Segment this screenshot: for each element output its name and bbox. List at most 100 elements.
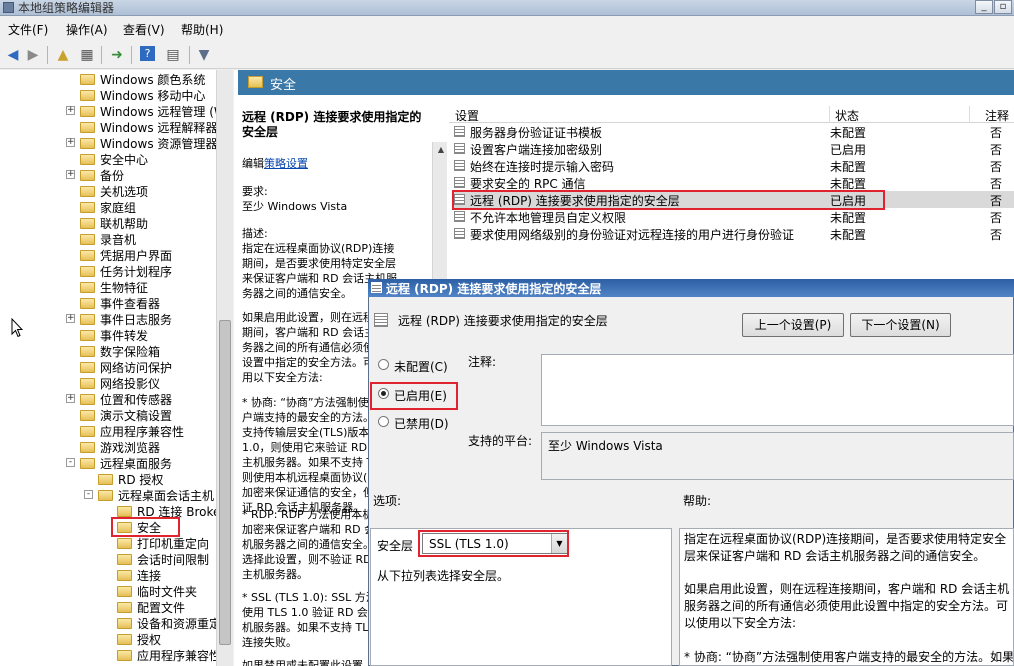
tree-item-label: 家庭组 — [100, 200, 137, 215]
export-icon[interactable]: ➜ — [108, 46, 126, 64]
tree-item[interactable]: RD 授权 — [98, 471, 163, 487]
menu-action[interactable]: 操作(A) — [66, 21, 108, 38]
forward-icon[interactable]: ▶ — [24, 46, 42, 64]
tree-item[interactable]: 凭据用户界面 — [80, 247, 172, 263]
help-panel: 指定在远程桌面协议(RDP)连接期间，是否要求使用特定安全层来保证客户端和 RD… — [679, 528, 1014, 666]
filter-icon[interactable]: ▼ — [195, 46, 213, 64]
tree-item[interactable]: 录音机 — [80, 231, 136, 247]
tree-item[interactable]: 数字保险箱 — [80, 343, 160, 359]
expand-icon[interactable]: + — [66, 138, 75, 147]
tree-item[interactable]: 关机选项 — [80, 183, 148, 199]
tree-item-label: 游戏浏览器 — [100, 440, 161, 455]
menu-help[interactable]: 帮助(H) — [181, 21, 223, 38]
tree-item[interactable]: 家庭组 — [80, 199, 136, 215]
tree-item[interactable]: - 远程桌面会话主机 — [84, 487, 214, 503]
tree-item[interactable]: 授权 — [117, 631, 161, 647]
expand-icon[interactable]: + — [66, 314, 75, 323]
help-icon[interactable]: ? — [140, 46, 155, 61]
tree-item-label: 应用程序兼容性 — [137, 648, 216, 663]
up-folder-icon[interactable]: ▲ — [54, 46, 72, 64]
tree-item[interactable]: 打印机重定向 — [117, 535, 209, 551]
setting-row[interactable]: 服务器身份验证证书模板 未配置 否 — [452, 123, 1014, 140]
menu-view[interactable]: 查看(V) — [123, 21, 165, 38]
expand-icon[interactable]: + — [66, 170, 75, 179]
folder-icon — [80, 361, 95, 373]
tree-item-label: 会话时间限制 — [137, 552, 210, 567]
tree-item[interactable]: + 备份 — [66, 167, 125, 183]
settings-list-header: 设置 状态 注释 — [449, 106, 1014, 123]
tree-item[interactable]: Windows 远程解释器 — [80, 119, 216, 135]
tree-item[interactable]: 网络投影仪 — [80, 375, 160, 391]
edit-policy-link[interactable]: 策略设置 — [264, 157, 308, 170]
restore-button[interactable]: ▫ — [994, 0, 1012, 14]
previous-setting-button[interactable]: 上一个设置(P) — [742, 313, 844, 337]
setting-row[interactable]: 设置客户端连接加密级别 已启用 否 — [452, 140, 1014, 157]
tree-item[interactable]: 联机帮助 — [80, 215, 148, 231]
next-setting-button[interactable]: 下一个设置(N) — [850, 313, 951, 337]
setting-name: 服务器身份验证证书模板 — [470, 126, 603, 140]
tree-item[interactable]: 生物特征 — [80, 279, 148, 295]
tree-item[interactable]: 应用程序兼容性 — [117, 647, 216, 663]
back-icon[interactable]: ◀ — [4, 46, 22, 64]
tree-item[interactable]: 设备和资源重定 — [117, 615, 216, 631]
tree-item[interactable]: 事件转发 — [80, 327, 148, 343]
setting-row[interactable]: 不允许本地管理员自定义权限 未配置 否 — [452, 208, 1014, 225]
folder-icon — [80, 201, 95, 213]
tree-item[interactable]: 连接 — [117, 567, 161, 583]
folder-icon — [117, 537, 132, 549]
tree-item[interactable]: 网络访问保护 — [80, 359, 172, 375]
tree-item[interactable]: 任务计划程序 — [80, 263, 172, 279]
column-state[interactable]: 状态 — [835, 107, 859, 124]
properties-icon[interactable]: ▤ — [164, 46, 182, 64]
folder-icon — [117, 553, 132, 565]
minimize-button[interactable]: _ — [975, 0, 993, 14]
tree-item[interactable]: 事件查看器 — [80, 295, 160, 311]
tree-item-label: 任务计划程序 — [100, 264, 173, 279]
radio-not-configured[interactable] — [378, 359, 389, 370]
tree-item[interactable]: 临时文件夹 — [117, 583, 197, 599]
folder-icon — [117, 505, 132, 517]
tree-item[interactable]: + 位置和传感器 — [66, 391, 172, 407]
collapse-icon[interactable]: - — [84, 490, 93, 499]
tree-scroll-thumb[interactable] — [219, 320, 231, 645]
tree-scrollbar[interactable] — [216, 70, 233, 666]
scroll-up-icon[interactable]: ▲ — [433, 142, 449, 158]
folder-icon — [117, 633, 132, 645]
mouse-cursor-icon — [11, 318, 23, 338]
setting-name: 要求使用网络级别的身份验证对远程连接的用户进行身份验证 — [470, 228, 795, 242]
tree-item[interactable]: Windows 颜色系统 — [80, 71, 205, 87]
tree-item[interactable]: Windows 移动中心 — [80, 87, 205, 103]
show-tree-icon[interactable]: ▦ — [78, 46, 96, 64]
help-p1: 指定在远程桌面协议(RDP)连接期间，是否要求使用特定安全层来保证客户端和 RD… — [684, 532, 1007, 563]
tree-item[interactable]: 安全中心 — [80, 151, 148, 167]
setting-row[interactable]: 要求安全的 RPC 通信 未配置否 — [452, 174, 1014, 191]
tree-item-label: 配置文件 — [137, 600, 186, 615]
tree-item[interactable]: 会话时间限制 — [117, 551, 209, 567]
collapse-icon[interactable]: - — [66, 458, 75, 467]
menu-file[interactable]: 文件(F) — [8, 21, 48, 38]
expand-icon[interactable]: + — [66, 394, 75, 403]
tree-item[interactable]: + Windows 远程管理 (W — [66, 103, 216, 119]
radio-disabled[interactable] — [378, 416, 389, 427]
tree-item[interactable]: 应用程序兼容性 — [80, 423, 184, 439]
dialog-titlebar: 远程 (RDP) 连接要求使用指定的安全层 — [368, 279, 1014, 297]
comment-field[interactable] — [541, 354, 1014, 426]
tree-item[interactable]: - 远程桌面服务 — [66, 455, 172, 471]
setting-row[interactable]: 要求使用网络级别的身份验证对远程连接的用户进行身份验证 未配置 否 — [452, 225, 1014, 242]
tree-item-label: 备份 — [100, 168, 125, 183]
highlight-security-node — [111, 517, 180, 537]
tree-item-label: 设备和资源重定 — [137, 616, 216, 631]
column-comment[interactable]: 注释 — [985, 107, 1009, 124]
tree-item[interactable]: + 事件日志服务 — [66, 311, 172, 327]
folder-icon — [117, 569, 132, 581]
expand-icon[interactable]: + — [66, 106, 75, 115]
tree-item[interactable]: 演示文稿设置 — [80, 407, 172, 423]
setting-state: 已启用 — [830, 143, 867, 157]
tree-item[interactable]: 游戏浏览器 — [80, 439, 160, 455]
setting-row[interactable]: 始终在连接时提示输入密码 未配置 否 — [452, 157, 1014, 174]
tree-item[interactable]: 配置文件 — [117, 599, 185, 615]
setting-comment: 否 — [990, 126, 1003, 140]
setting-state: 未配置 — [830, 126, 867, 140]
tree-item[interactable]: + Windows 资源管理器 — [66, 135, 216, 151]
column-setting[interactable]: 设置 — [455, 107, 479, 124]
